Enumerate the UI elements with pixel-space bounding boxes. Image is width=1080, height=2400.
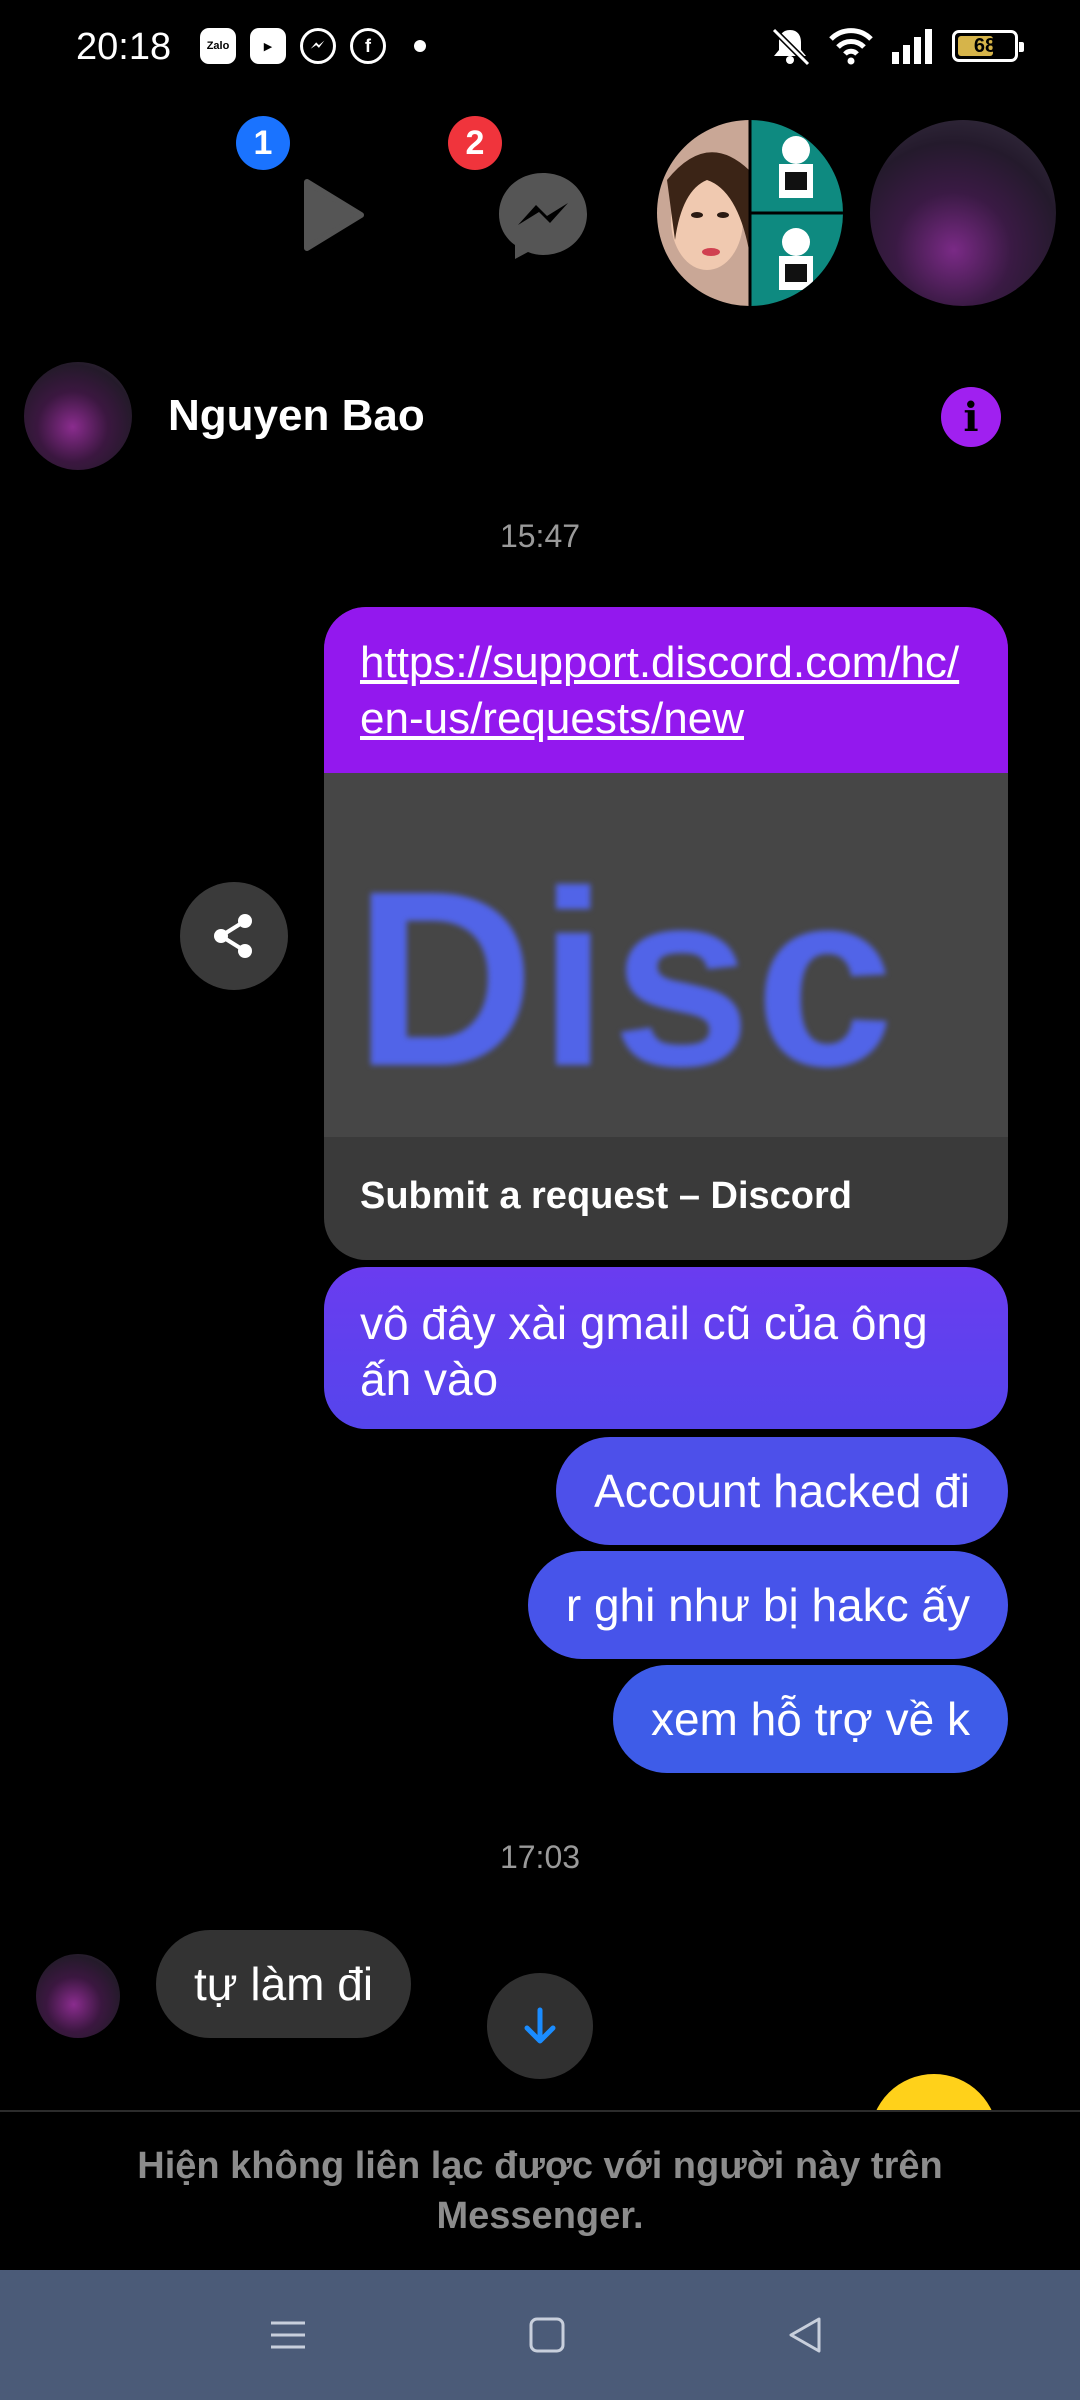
- play-icon: [304, 179, 364, 251]
- more-notifications-dot: [414, 40, 426, 52]
- arrow-down-icon: [524, 2007, 556, 2044]
- link-preview-image[interactable]: Disc: [324, 773, 1008, 1137]
- message-bubble-incoming[interactable]: tự làm đi: [156, 1930, 412, 2038]
- discord-logo-text: Disc: [354, 839, 899, 1118]
- menu-button[interactable]: [258, 2305, 318, 2365]
- message-bubble-outgoing[interactable]: r ghi như bị hakc ấy: [527, 1551, 1008, 1659]
- contact-name[interactable]: Nguyen Bao: [168, 391, 425, 441]
- status-time: 20:18: [76, 26, 172, 68]
- message-text: r ghi như bị hakc ấy: [565, 1579, 970, 1631]
- status-bar: 20:18 Zalo ▶ f 68: [0, 0, 1080, 100]
- link-url[interactable]: https://support.discord.com/hc/en-us/req…: [324, 607, 1008, 773]
- notice-text: Hiện không liên lạc được với người này t…: [137, 2145, 943, 2237]
- message-bubble-outgoing[interactable]: xem hỗ trợ về k: [612, 1665, 1008, 1773]
- messenger-icon: [300, 28, 336, 64]
- battery-level: 68: [973, 34, 997, 57]
- sender-avatar[interactable]: [36, 1954, 120, 2038]
- notification-icons: Zalo ▶ f: [200, 28, 426, 64]
- group-chat-avatar[interactable]: [657, 120, 843, 306]
- link-title: Submit a request – Discord: [360, 1175, 853, 1217]
- message-timestamp: 17:03: [499, 1839, 581, 1875]
- facebook-icon: f: [350, 28, 386, 64]
- status-right-icons: 68: [768, 26, 1024, 66]
- zalo-video-icon: ▶: [250, 28, 286, 64]
- wifi-icon: [829, 28, 873, 65]
- scroll-to-bottom-button[interactable]: [487, 1973, 593, 2079]
- message-timestamp: 15:47: [499, 518, 581, 554]
- chat-heads-row: 1 2: [0, 110, 1080, 320]
- share-icon: [214, 914, 252, 958]
- system-navigation-bar: [0, 2270, 1080, 2400]
- link-preview-card[interactable]: https://support.discord.com/hc/en-us/req…: [324, 607, 1008, 1260]
- share-button[interactable]: [180, 882, 288, 990]
- message-text: xem hỗ trợ về k: [650, 1693, 970, 1745]
- zalo-icon: Zalo: [200, 28, 236, 64]
- message-text: Account hacked đi: [594, 1465, 970, 1517]
- signal-icon: [892, 29, 932, 64]
- conversation-header: Nguyen Bao i: [0, 355, 1080, 480]
- home-button[interactable]: [517, 2305, 577, 2365]
- play-badge: 1: [236, 116, 290, 170]
- message-bubble-outgoing[interactable]: vô đây xài gmail cũ của ông ấn vào: [324, 1267, 1008, 1429]
- back-button[interactable]: [775, 2305, 835, 2365]
- messenger-badge: 2: [448, 116, 502, 170]
- mute-icon: [771, 27, 811, 66]
- message-text: vô đây xài gmail cũ của ông ấn vào: [360, 1297, 928, 1405]
- contact-chat-head-avatar[interactable]: [870, 120, 1056, 306]
- avatar[interactable]: [24, 362, 132, 470]
- message-bubble-outgoing[interactable]: Account hacked đi: [556, 1437, 1008, 1545]
- unavailable-notice: Hiện không liên lạc được với người này t…: [0, 2110, 1080, 2270]
- messenger-icon: [499, 173, 587, 259]
- battery-icon: 68: [952, 30, 1024, 62]
- info-icon[interactable]: i: [941, 387, 1001, 447]
- message-text: tự làm đi: [194, 1958, 374, 2010]
- home-icon: [529, 2317, 565, 2353]
- back-icon: [789, 2317, 821, 2353]
- menu-icon: [271, 2321, 305, 2349]
